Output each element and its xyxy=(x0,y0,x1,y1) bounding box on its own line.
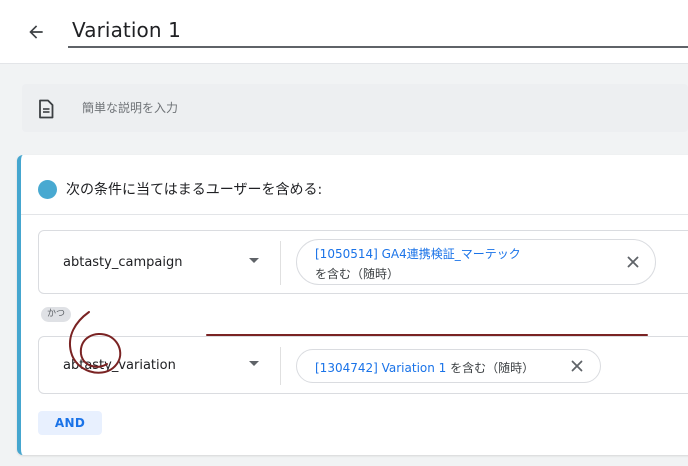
condition-operator: を含む（随時） xyxy=(315,267,400,281)
condition-group-card: 次の条件に当てはまるユーザーを含める: abtasty_campaign [10… xyxy=(17,155,688,455)
condition-group-title: 次の条件に当てはまるユーザーを含める: xyxy=(66,182,323,198)
divider xyxy=(280,347,281,385)
close-icon xyxy=(627,256,639,268)
caret-down-icon xyxy=(249,258,259,263)
description-field[interactable]: 簡単な説明を入力 xyxy=(22,84,688,132)
condition-value-chip[interactable]: [1304742] Variation 1 を含む（随時） xyxy=(296,349,601,383)
condition-value-chip[interactable]: [1050514] GA4連携検証_マーテック を含む（随時） xyxy=(296,239,656,285)
condition-operator: を含む（随時） xyxy=(450,361,535,375)
remove-condition-button[interactable] xyxy=(625,254,641,270)
segment-name-value: Variation 1 xyxy=(72,18,181,42)
condition-group-dot-icon xyxy=(38,180,57,199)
condition-value: [1304742] Variation 1 xyxy=(315,361,447,375)
condition-value: [1050514] GA4連携検証_マーテック xyxy=(315,247,521,261)
back-button[interactable] xyxy=(22,18,50,46)
condition-text: [1304742] Variation 1 を含む（随時） xyxy=(315,359,534,376)
condition-group-header: 次の条件に当てはまるユーザーを含める: xyxy=(21,155,688,215)
caret-down-icon xyxy=(249,361,259,366)
annotation-circle xyxy=(69,311,122,374)
segment-name-input[interactable]: Variation 1 xyxy=(68,14,688,48)
header-bar: Variation 1 xyxy=(0,0,688,64)
arrow-left-icon xyxy=(29,25,43,39)
condition-row: abtasty_campaign [1050514] GA4連携検証_マーテック… xyxy=(38,230,688,294)
close-icon xyxy=(571,360,583,372)
dimension-label: abtasty_campaign xyxy=(63,255,183,270)
divider xyxy=(280,241,281,285)
description-placeholder: 簡単な説明を入力 xyxy=(82,101,179,115)
and-button[interactable]: AND xyxy=(38,411,102,435)
remove-condition-button[interactable] xyxy=(569,358,585,374)
document-icon xyxy=(39,99,54,119)
dimension-dropdown[interactable]: abtasty_campaign xyxy=(39,231,279,293)
annotation-underline xyxy=(206,334,648,336)
